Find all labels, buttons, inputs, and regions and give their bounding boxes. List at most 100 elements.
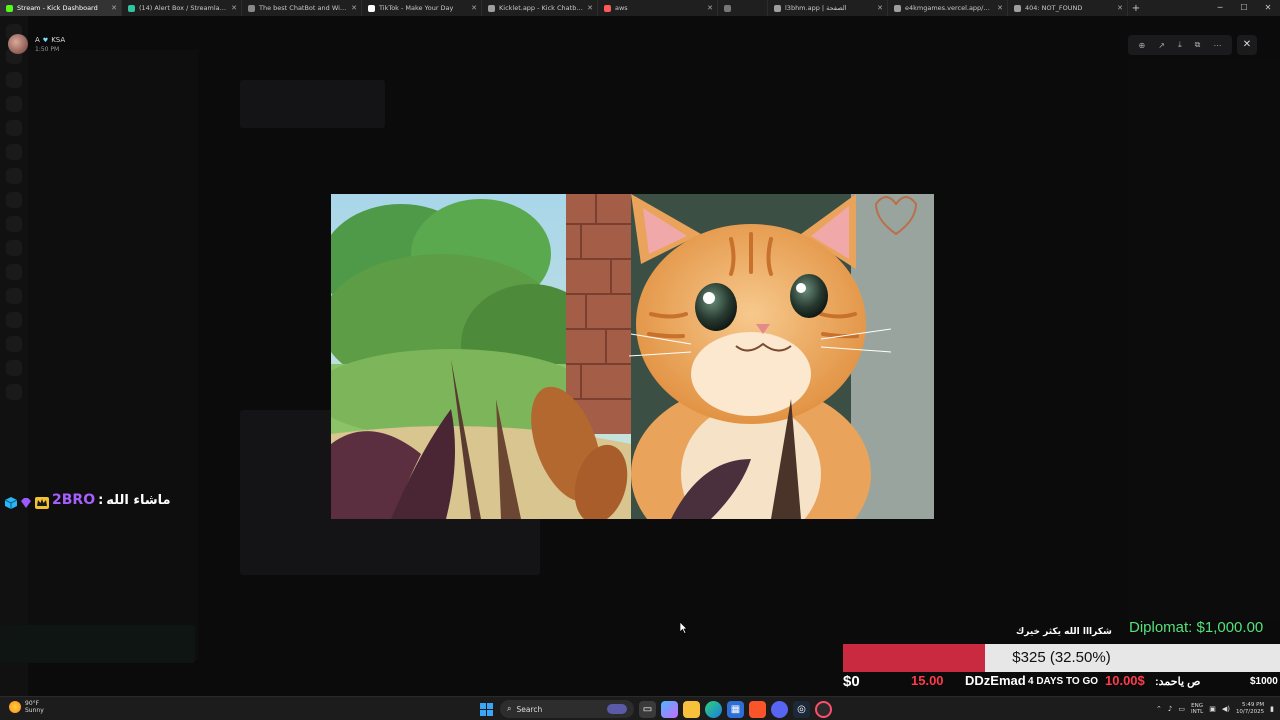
system-tray: ⌃ ♪ ▭ ENG INTL ▣ ◀) 5:49 PM 10/7/2025 ▮	[1156, 697, 1280, 720]
blank-favicon-icon	[724, 4, 731, 12]
tab-label: e4kmgames.vercel.app/games/b	[905, 4, 993, 12]
tab-label: The best ChatBot and Widgets fo	[259, 4, 347, 12]
donation-amount: 15.00	[911, 673, 944, 688]
goal-progress-bar: $325 (32.50%)	[843, 644, 1280, 672]
goal-max-label: $1000	[1250, 676, 1278, 687]
discord-icon[interactable]	[771, 700, 788, 718]
obs-icon[interactable]	[815, 700, 832, 718]
tab-label: 404: NOT_FOUND	[1025, 4, 1083, 12]
globe-favicon-icon	[1014, 4, 1021, 12]
taskbar-search[interactable]: ⌕ Search	[500, 700, 634, 718]
tab-label: (14) Alert Box / Streamlabs	[139, 4, 228, 12]
microphone-icon[interactable]: ♪	[1168, 705, 1172, 713]
share-icon[interactable]: ↗	[1158, 41, 1165, 50]
cat-illustration	[331, 194, 934, 519]
tab-aws[interactable]: aws ✕	[598, 0, 718, 16]
zoom-icon[interactable]: ⊕	[1139, 41, 1146, 50]
close-tab-icon[interactable]: ✕	[1117, 4, 1123, 12]
maximize-icon[interactable]: ☐	[1232, 0, 1256, 16]
dimmed-voice-panel	[0, 625, 195, 663]
copilot-icon[interactable]	[661, 700, 678, 718]
sun-icon	[9, 701, 21, 713]
close-tab-icon[interactable]: ✕	[997, 4, 1003, 12]
dimmed-channel-list	[28, 50, 198, 660]
edge-icon[interactable]	[705, 700, 722, 718]
donation-amount: 10.00$	[1105, 673, 1145, 688]
file-explorer-icon[interactable]	[683, 700, 700, 718]
start-button[interactable]	[478, 701, 495, 718]
download-icon[interactable]: ⤓	[1178, 40, 1182, 50]
minimize-icon[interactable]: ─	[1208, 0, 1232, 16]
close-tab-icon[interactable]: ✕	[877, 4, 883, 12]
kick-favicon-icon	[6, 4, 13, 12]
goal-progress-text: $325 (32.50%)	[1012, 649, 1111, 666]
close-tab-icon[interactable]: ✕	[231, 4, 237, 12]
lang-line-2: INTL	[1191, 709, 1204, 715]
post-time: 1:50 PM	[35, 46, 60, 53]
weather-condition: Sunny	[25, 707, 44, 714]
tab-kick-dashboard[interactable]: Stream - Kick Dashboard ✕	[0, 0, 122, 16]
dimmed-message-block	[240, 80, 385, 128]
clock-time: 5:49 PM	[1241, 702, 1265, 708]
avatar[interactable]	[8, 34, 28, 54]
crown-badge-icon	[35, 494, 49, 509]
tab-tiktok[interactable]: TikTok - Make Your Day ✕	[362, 0, 482, 16]
image-viewer-toolbar: ⊕ ↗ ⤓ ⧉ ⋯	[1128, 35, 1232, 55]
mouse-cursor-icon	[680, 622, 688, 634]
dimmed-member-list	[1128, 60, 1280, 620]
tab-kicklet[interactable]: Kicklet.app - Kick Chatbot and Cl ✕	[482, 0, 598, 16]
tab-label: TikTok - Make Your Day	[379, 4, 454, 12]
steam-icon[interactable]: ◎	[793, 700, 810, 718]
window-controls: ─ ☐ ✕	[1208, 0, 1280, 16]
tab-chatbot[interactable]: The best ChatBot and Widgets fo ✕	[242, 0, 362, 16]
close-tab-icon[interactable]: ✕	[111, 4, 117, 12]
screen: Stream - Kick Dashboard ✕ (14) Alert Box…	[0, 0, 1280, 720]
taskbar: 90°F Sunny ⌕ Search ▭ ▦ ◎ ⌃ ♪ ▭ ENG INTL…	[0, 696, 1280, 720]
brave-icon[interactable]	[749, 700, 766, 718]
tab-streamlabs[interactable]: (14) Alert Box / Streamlabs ✕	[122, 0, 242, 16]
tab-not-found[interactable]: 404: NOT_FOUND ✕	[1008, 0, 1128, 16]
cat-illustration-image	[331, 194, 934, 519]
tab-blank[interactable]	[718, 0, 768, 16]
tab-label: aws	[615, 4, 628, 12]
l3bhm-favicon-icon	[774, 4, 781, 12]
window-close-icon[interactable]: ✕	[1256, 0, 1280, 16]
close-tab-icon[interactable]: ✕	[707, 4, 713, 12]
clock-date: 10/7/2025	[1235, 709, 1265, 715]
tray-monitor-icon[interactable]: ▭	[1178, 705, 1185, 713]
taskbar-apps: ⌕ Search ▭ ▦ ◎	[478, 699, 832, 719]
close-tab-icon[interactable]: ✕	[471, 4, 477, 12]
tab-l3bhm[interactable]: l3bhm.app | الصفحة ✕	[768, 0, 888, 16]
search-icon: ⌕	[507, 704, 512, 713]
streamlabs-favicon-icon	[128, 4, 135, 12]
donor-name: DDzEmad	[965, 673, 1026, 688]
kicklet-favicon-icon	[488, 4, 495, 12]
donation-thanks-text: شكرااا الله يكثر خيرك	[1016, 627, 1112, 637]
user-tag: KSA	[51, 36, 66, 44]
chat-overlay-message: 2BRO : ماشاء الله	[4, 492, 171, 509]
task-view-icon[interactable]: ▭	[639, 700, 656, 718]
volume-icon[interactable]: ◀)	[1222, 705, 1230, 713]
weather-widget[interactable]: 90°F Sunny	[9, 700, 44, 714]
search-label: Search	[516, 704, 543, 714]
network-icon[interactable]: ▣	[1209, 705, 1216, 713]
chatbot-favicon-icon	[248, 4, 255, 12]
chat-separator: :	[98, 492, 104, 508]
new-tab-icon[interactable]: +	[1128, 3, 1144, 14]
notifications-icon[interactable]: ▮	[1270, 705, 1274, 713]
goal-min-label: $0	[843, 673, 860, 690]
tab-label: Kicklet.app - Kick Chatbot and Cl	[499, 4, 583, 12]
user-initial: A	[35, 36, 40, 44]
donor-arabic-label: ص ياحمد:	[1155, 676, 1201, 688]
tab-e4kmgames[interactable]: e4kmgames.vercel.app/games/b ✕	[888, 0, 1008, 16]
close-viewer-button[interactable]: ✕	[1237, 35, 1257, 55]
open-external-icon[interactable]: ⧉	[1195, 40, 1201, 50]
taskbar-clock[interactable]: 5:49 PM 10/7/2025	[1236, 702, 1264, 716]
store-icon[interactable]: ▦	[727, 700, 744, 718]
close-tab-icon[interactable]: ✕	[351, 4, 357, 12]
more-icon[interactable]: ⋯	[1213, 41, 1221, 50]
input-language[interactable]: ENG INTL	[1191, 703, 1203, 716]
tab-label: Stream - Kick Dashboard	[17, 4, 98, 12]
chevron-up-icon[interactable]: ⌃	[1156, 705, 1162, 713]
close-tab-icon[interactable]: ✕	[587, 4, 593, 12]
